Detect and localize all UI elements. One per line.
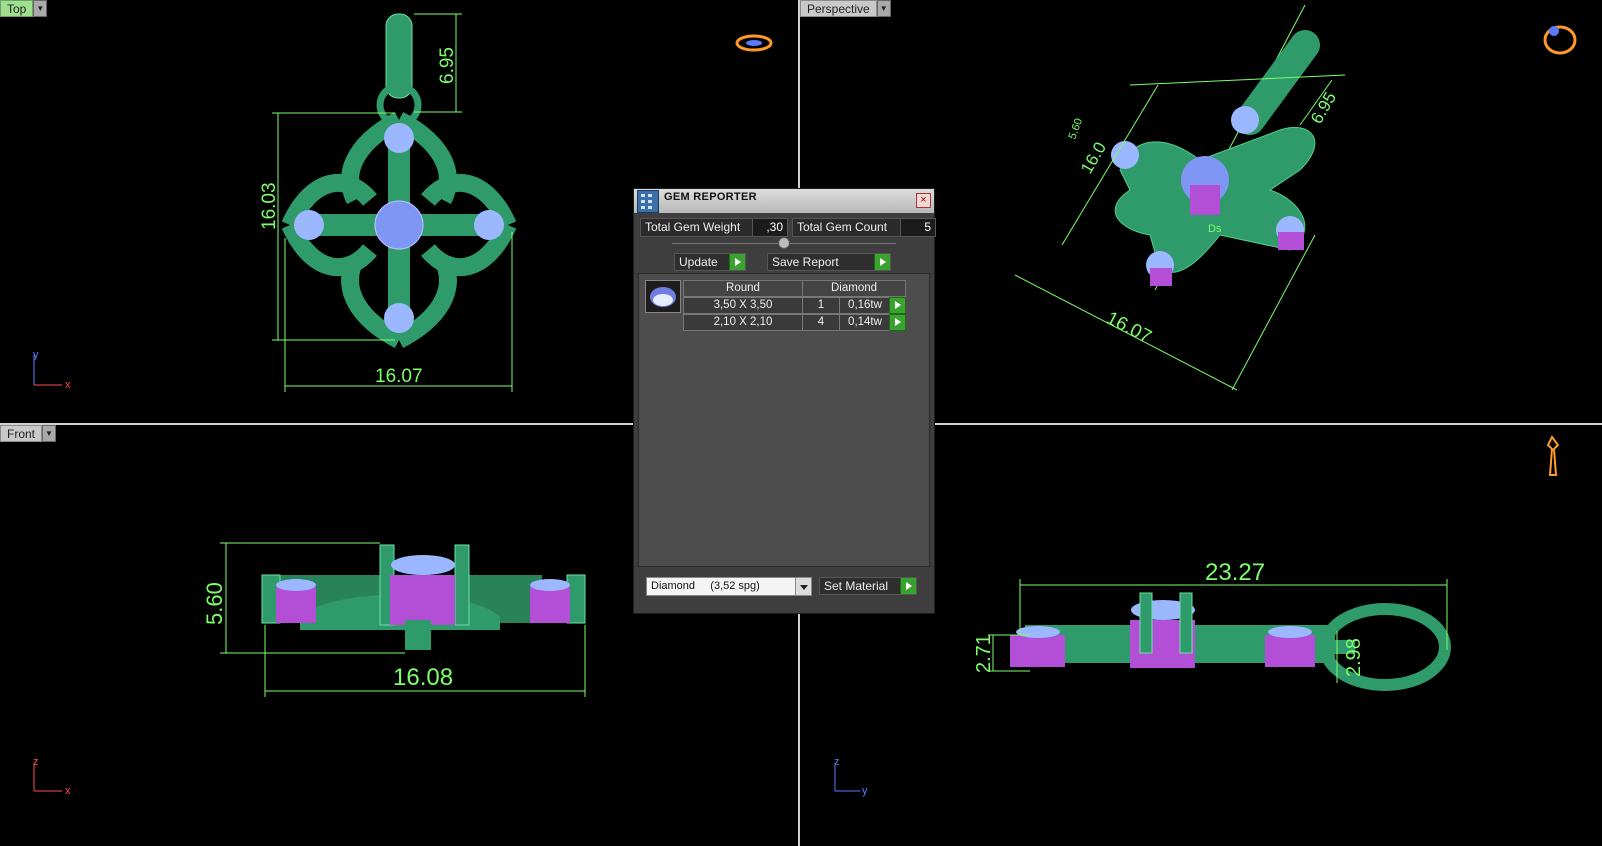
- chevron-down-icon[interactable]: [795, 578, 811, 595]
- collapse-handle[interactable]: [778, 237, 790, 249]
- play-icon: [874, 254, 890, 270]
- viewport-perspective-label[interactable]: Perspective ▼: [800, 0, 891, 17]
- gem-reporter-icon: [637, 190, 659, 213]
- total-weight-value: ,30: [752, 218, 788, 237]
- viewport-top-name: Top: [0, 0, 34, 17]
- dim-top-bail: 6.95: [437, 47, 458, 84]
- material-select-value: Diamond (3,52 spg): [651, 580, 760, 592]
- row-count: 4: [802, 314, 840, 331]
- dim-top-width: 16.07: [375, 366, 423, 387]
- dim-persp-bail: 6.95: [1307, 89, 1340, 127]
- update-label: Update: [679, 255, 718, 269]
- dim-persp-width: 16.07: [1103, 308, 1155, 348]
- set-material-button[interactable]: Set Material: [819, 577, 917, 595]
- row-weight: 0,14tw: [839, 314, 891, 331]
- material-select[interactable]: Diamond (3,52 spg): [646, 577, 812, 596]
- dim-side-height: 2.71: [973, 634, 995, 673]
- viewport-front-label[interactable]: Front ▼: [0, 425, 57, 442]
- dialog-title: GEM REPORTER: [664, 191, 757, 203]
- gem-reporter-dialog[interactable]: GEM REPORTER × Total Gem Weight ,30 Tota…: [633, 188, 936, 614]
- dim-side-loop: 2.98: [1343, 638, 1365, 677]
- header-material: Diamond: [802, 280, 906, 297]
- dim-front-height: 5.60: [202, 582, 227, 625]
- row-size: 3,50 X 3,50: [683, 297, 803, 314]
- total-weight-label: Total Gem Weight: [640, 218, 753, 237]
- total-count-value: 5: [900, 218, 936, 237]
- update-button[interactable]: Update: [674, 253, 746, 271]
- play-icon: [900, 578, 916, 594]
- play-icon: [729, 254, 745, 270]
- dim-persp-height: 16.0: [1077, 139, 1110, 177]
- axis-z-label: z: [834, 756, 840, 768]
- round-gem-icon: [645, 280, 681, 313]
- save-report-button[interactable]: Save Report: [767, 253, 891, 271]
- total-count-label: Total Gem Count: [792, 218, 901, 237]
- header-shape: Round: [683, 280, 803, 297]
- axis-x-label: x: [65, 379, 71, 391]
- dim-top-height: 16.03: [259, 182, 280, 230]
- row-play-icon[interactable]: [889, 314, 906, 331]
- axis-y-label: y: [862, 785, 868, 797]
- dim-side-width: 23.27: [1205, 559, 1265, 586]
- dim-persp-small: 5.60: [1067, 117, 1086, 141]
- viewport-menu-icon[interactable]: ▼: [876, 0, 891, 17]
- save-report-label: Save Report: [772, 255, 839, 269]
- viewport-perspective-name: Perspective: [800, 0, 877, 17]
- row-count: 1: [802, 297, 840, 314]
- row-weight: 0,16tw: [839, 297, 891, 314]
- dim-front-width: 16.08: [393, 664, 453, 691]
- row-size: 2,10 X 2,10: [683, 314, 803, 331]
- axis-y-label: y: [33, 349, 39, 361]
- set-material-label: Set Material: [824, 579, 889, 593]
- viewport-front-name: Front: [0, 425, 43, 442]
- close-icon[interactable]: ×: [916, 193, 931, 208]
- viewport-menu-icon[interactable]: ▼: [33, 0, 48, 17]
- gem-list[interactable]: Round Diamond 3,50 X 3,50 1 0,16tw 2,10 …: [638, 273, 930, 567]
- dialog-titlebar[interactable]: GEM REPORTER ×: [634, 189, 934, 213]
- viewport-menu-icon[interactable]: ▼: [42, 425, 57, 442]
- axis-z-label: z: [33, 756, 39, 768]
- axis-x-label: x: [65, 785, 71, 797]
- row-play-icon[interactable]: [889, 297, 906, 314]
- viewport-top-label[interactable]: Top ▼: [0, 0, 48, 17]
- dim-persp-tiny: Ds: [1208, 223, 1222, 235]
- pendant-view-icon: [1546, 435, 1560, 476]
